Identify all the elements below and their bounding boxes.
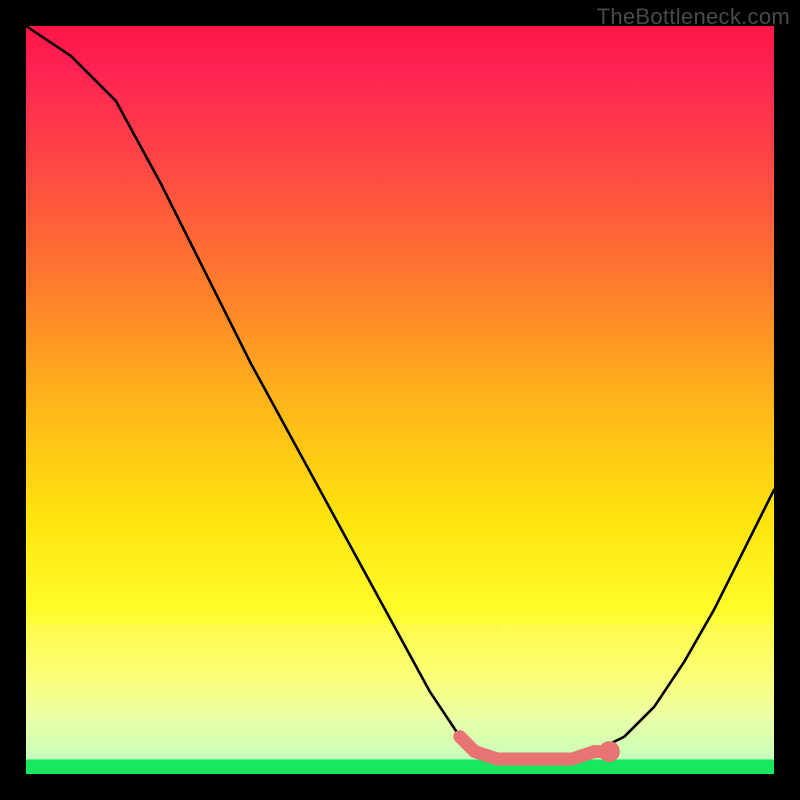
curve-overlay bbox=[26, 26, 774, 774]
highlight-end-dot bbox=[599, 741, 620, 762]
chart-frame: TheBottleneck.com bbox=[0, 0, 800, 800]
plot-area bbox=[26, 26, 774, 774]
bottleneck-curve bbox=[26, 26, 774, 759]
optimal-zone-highlight bbox=[460, 737, 610, 759]
watermark-text: TheBottleneck.com bbox=[597, 4, 790, 30]
